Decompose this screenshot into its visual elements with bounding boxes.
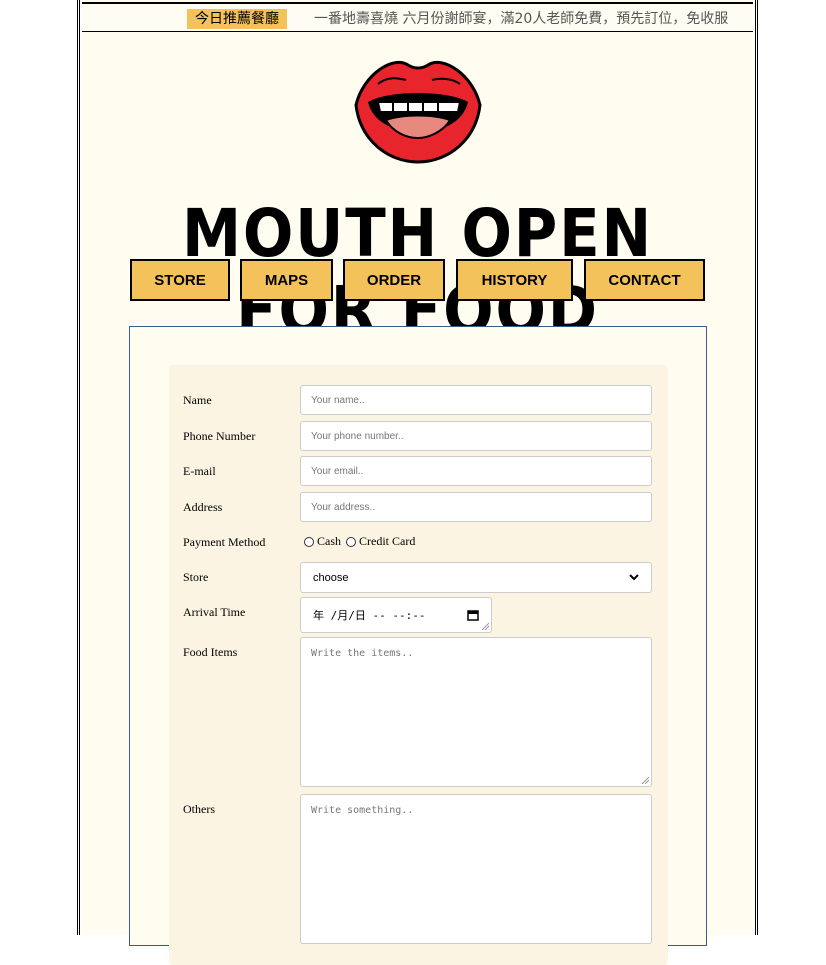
store-label: Store — [183, 570, 209, 584]
payment-credit-card-label: Credit Card — [359, 534, 416, 548]
others-textarea[interactable]: Write something.. — [300, 794, 652, 944]
food-items-placeholder: Write the items.. — [311, 648, 414, 659]
payment-cash-radio[interactable]: Cash — [304, 534, 341, 549]
food-items-label: Food Items — [183, 645, 238, 659]
order-form: Name Your name.. Phone Number Your phone… — [169, 365, 668, 965]
order-form-container: Name Your name.. Phone Number Your phone… — [129, 326, 707, 965]
calendar-icon[interactable] — [467, 609, 479, 621]
others-label: Others — [183, 802, 215, 816]
radio-circle-icon — [304, 536, 314, 547]
payment-label: Payment Method — [183, 535, 266, 549]
logo: MOUTH OPEN FOR FOOD — [82, 40, 753, 349]
phone-label: Phone Number — [183, 429, 256, 443]
page: 今日推薦餐廳 一番地壽喜燒 六月份謝師宴，滿20人老師免費，預先訂位，免收服 M… — [82, 0, 753, 965]
nav-contact-button[interactable]: CONTACT — [584, 259, 705, 301]
nav-maps-button[interactable]: MAPS — [240, 259, 333, 301]
nav-order-button[interactable]: ORDER — [343, 259, 445, 301]
nav-history-button[interactable]: HISTORY — [456, 259, 573, 301]
marquee-text: 一番地壽喜燒 六月份謝師宴，滿20人老師免費，預先訂位，免收服 — [314, 11, 729, 27]
name-label: Name — [183, 393, 212, 407]
arrival-datetime-value: 年 /月/日 -- --:-- — [313, 609, 426, 622]
resize-grip-icon[interactable] — [642, 777, 649, 784]
food-items-textarea[interactable]: Write the items.. — [300, 637, 652, 787]
payment-credit-card-radio[interactable]: Credit Card — [346, 534, 415, 549]
payment-cash-label: Cash — [317, 534, 341, 548]
radio-circle-icon — [346, 536, 356, 547]
mouth-logo-icon — [354, 60, 482, 164]
marquee-label: 今日推薦餐廳 — [187, 9, 287, 29]
email-input[interactable]: Your email.. — [300, 456, 652, 486]
arrival-datetime-input[interactable]: 年 /月/日 -- --:-- — [300, 597, 492, 633]
address-label: Address — [183, 500, 223, 514]
email-label: E-mail — [183, 464, 216, 478]
nav-store-button[interactable]: STORE — [130, 259, 230, 301]
phone-input[interactable]: Your phone number.. — [300, 421, 652, 451]
address-input[interactable]: Your address.. — [300, 492, 652, 522]
name-input[interactable]: Your name.. — [300, 385, 652, 415]
store-select[interactable]: choose — [300, 562, 652, 593]
arrival-label: Arrival Time — [183, 605, 246, 619]
main-nav: STORE MAPS ORDER HISTORY CONTACT — [82, 259, 753, 301]
resize-grip-icon[interactable] — [482, 623, 489, 630]
chevron-down-icon — [629, 574, 639, 581]
store-select-value: choose — [313, 571, 349, 584]
others-placeholder: Write something.. — [311, 805, 414, 816]
marquee-bar: 今日推薦餐廳 一番地壽喜燒 六月份謝師宴，滿20人老師免費，預先訂位，免收服 — [82, 2, 753, 32]
